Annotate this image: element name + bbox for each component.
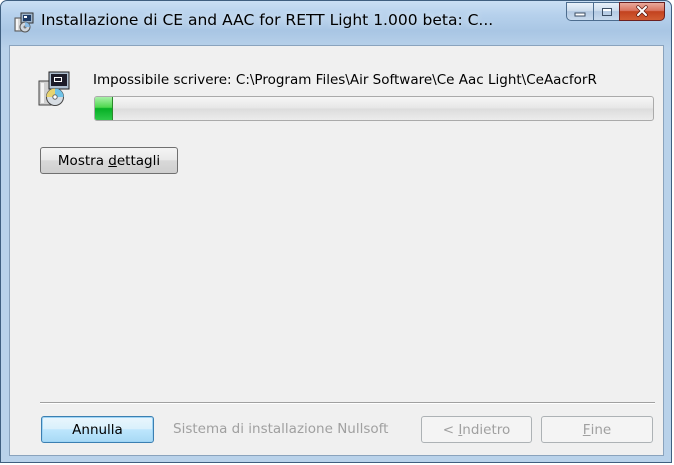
footer-divider xyxy=(40,402,655,404)
show-details-label-accel: d xyxy=(108,152,117,169)
close-button[interactable] xyxy=(619,2,665,21)
show-details-label-post: ettagli xyxy=(116,152,161,169)
cancel-button[interactable]: Annulla xyxy=(41,416,154,443)
setup-disc-icon xyxy=(37,71,71,107)
installer-client-area: Impossibile scrivere: C:\Program Files\A… xyxy=(9,45,664,456)
title-bar[interactable]: Installazione di CE and AAC for RETT Lig… xyxy=(1,1,671,45)
close-icon xyxy=(635,2,649,21)
back-label-pre: < xyxy=(442,421,459,438)
window-title: Installazione di CE and AAC for RETT Lig… xyxy=(41,11,494,29)
finish-label-post: ine xyxy=(590,421,612,438)
minimize-button[interactable] xyxy=(566,2,594,21)
cancel-label: Annulla xyxy=(72,421,123,438)
nsis-branding-text: Sistema di installazione Nullsoft xyxy=(173,421,389,437)
finish-label-accel: F xyxy=(582,421,591,438)
maximize-icon xyxy=(601,2,613,21)
minimize-icon xyxy=(574,2,586,21)
installer-window: Installazione di CE and AAC for RETT Lig… xyxy=(0,0,672,463)
installer-app-icon xyxy=(13,11,35,33)
install-progress-bar xyxy=(94,96,654,121)
maximize-button[interactable] xyxy=(593,2,620,21)
finish-button[interactable]: Fine xyxy=(541,416,653,443)
back-label-post: ndietro xyxy=(462,421,511,438)
show-details-label-pre: Mostra xyxy=(57,152,109,169)
progress-fill xyxy=(95,97,113,120)
caption-buttons xyxy=(566,2,665,21)
show-details-button[interactable]: Mostra d ettagli xyxy=(40,147,178,174)
status-message: Impossibile scrivere: C:\Program Files\A… xyxy=(93,72,597,88)
back-button[interactable]: < Indietro xyxy=(421,416,532,443)
